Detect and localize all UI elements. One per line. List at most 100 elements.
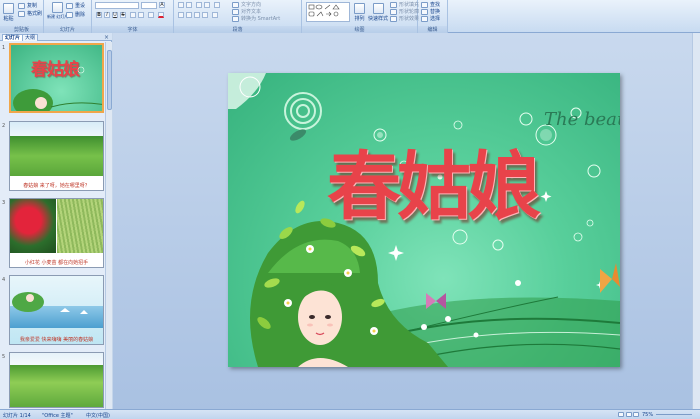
view-buttons[interactable] (618, 412, 640, 419)
field-image (10, 365, 103, 407)
group-label: 段落 (174, 26, 301, 33)
ribbon: 粘贴 复制 格式刷 剪贴板 新建 幻灯片 重设 删除 幻灯片 A B I U S (0, 0, 700, 33)
paste-icon (3, 3, 14, 14)
copy-button[interactable]: 复制 (18, 2, 37, 9)
align-text-button[interactable]: 对齐文本 (232, 8, 261, 15)
slide-number: 2 (2, 123, 6, 129)
language: 中文(中国) (86, 413, 110, 419)
shadow-icon[interactable] (130, 12, 136, 18)
font-color-icon[interactable] (158, 12, 164, 18)
workspace-scrollbar[interactable] (692, 33, 700, 409)
field-image (10, 136, 103, 176)
grow-font-icon[interactable]: A (159, 2, 165, 8)
text-direction-button[interactable]: 文字方向 (232, 1, 261, 8)
normal-view-icon[interactable] (618, 412, 624, 417)
slide-subtitle: The beauty (544, 109, 620, 130)
italic-button[interactable]: I (104, 12, 110, 18)
thumb-caption: 春姑娘 来了呀，她在哪里呀？ (23, 183, 90, 189)
smartart-icon (232, 15, 239, 22)
group-label: 幻灯片 (44, 26, 91, 33)
outline-icon (390, 8, 397, 15)
thumb-caption: 小红花 小麦苗 都在向她招手 (24, 260, 89, 266)
sorter-view-icon[interactable] (625, 412, 632, 417)
smartart-button[interactable]: 转换为 SmartArt (232, 15, 280, 22)
change-case-icon[interactable] (148, 12, 154, 18)
slide-count: 幻灯片 1/14 (3, 413, 31, 419)
sky-area (10, 122, 103, 136)
status-bar: 幻灯片 1/14 "Office 主题" 中文(中国) 75% (0, 409, 700, 419)
panel-scrollbar[interactable] (105, 42, 112, 409)
increase-indent-icon[interactable] (204, 2, 210, 8)
justify-icon[interactable] (202, 12, 208, 18)
font-group: A B I U S 字体 (92, 0, 174, 33)
group-label: 字体 (92, 26, 173, 33)
align-text-icon (232, 8, 239, 15)
delete-slide-button[interactable]: 删除 (66, 11, 85, 18)
replace-button[interactable]: 替换 (421, 8, 440, 15)
quick-styles-button[interactable]: 快速样式 (368, 3, 388, 22)
theme-name: "Office 主题" (42, 413, 73, 419)
slide-number: 4 (2, 277, 6, 283)
flower-image (10, 199, 56, 253)
text-direction-icon (232, 1, 239, 8)
strikethrough-button[interactable]: S (120, 12, 126, 18)
align-right-icon[interactable] (194, 12, 200, 18)
slide-thumbnail[interactable]: 春姑娘 (9, 43, 104, 113)
bullets-icon[interactable] (178, 2, 184, 8)
slides-group: 新建 幻灯片 重设 删除 幻灯片 (44, 0, 92, 33)
slideshow-icon[interactable] (633, 412, 640, 417)
bold-button[interactable]: B (96, 12, 102, 18)
zoom-slider[interactable] (656, 414, 692, 415)
slide-thumbnail[interactable]: 我亲爱爱 快来嗨嗨 美丽的春姑娘 (9, 275, 104, 345)
format-painter-icon (18, 10, 25, 17)
spacing-icon[interactable] (138, 12, 144, 18)
slide-thumbnail[interactable] (9, 352, 104, 408)
align-left-icon[interactable] (178, 12, 184, 18)
font-name-select[interactable] (95, 2, 139, 9)
find-button[interactable]: 查找 (421, 1, 440, 8)
format-painter-button[interactable]: 格式刷 (18, 10, 42, 17)
scrollbar-thumb[interactable] (107, 50, 112, 110)
shape-outline-button[interactable]: 形状轮廓 (390, 8, 419, 15)
group-label: 编辑 (418, 26, 447, 33)
slide-thumbnail[interactable]: 小红花 小麦苗 都在向她招手 (9, 198, 104, 268)
shapes-icon (308, 4, 340, 17)
reset-button[interactable]: 重设 (66, 2, 85, 9)
fill-icon (390, 1, 397, 8)
wheat-image (57, 199, 103, 253)
delete-icon (66, 11, 73, 18)
numbering-icon[interactable] (186, 2, 192, 8)
spring-scene-icon (12, 292, 88, 314)
paragraph-group: 文字方向 对齐文本 转换为 SmartArt 段落 (174, 0, 302, 33)
decrease-indent-icon[interactable] (196, 2, 202, 8)
editing-group: 查找 替换 选择 编辑 (418, 0, 448, 33)
panel-tabs: 幻灯片 大纲 × (0, 33, 112, 41)
girl-illustration-icon (13, 66, 102, 111)
sky-area (10, 353, 103, 365)
paste-button[interactable]: 粘贴 (3, 3, 14, 22)
zoom-level[interactable]: 75% (642, 412, 653, 418)
close-icon[interactable]: × (104, 34, 109, 41)
group-label: 绘图 (302, 26, 417, 33)
font-size-select[interactable] (141, 2, 157, 9)
shape-effects-button[interactable]: 形状效果 (390, 15, 419, 22)
underline-button[interactable]: U (112, 12, 118, 18)
slide-title[interactable]: 春姑娘 (312, 143, 552, 233)
tab-outline[interactable]: 大纲 (22, 34, 39, 41)
tab-slides[interactable]: 幻灯片 (2, 34, 24, 41)
line-spacing-icon[interactable] (214, 2, 220, 8)
arrange-icon (354, 3, 365, 14)
slides-panel: 幻灯片 大纲 × 1 春姑娘 2 春姑娘 来了呀，她在哪里呀？ 3 小红花 小麦… (0, 33, 112, 409)
copy-icon (18, 2, 25, 9)
select-button[interactable]: 选择 (421, 15, 440, 22)
drawing-group: 排列 快速样式 形状填充 形状轮廓 形状效果 绘图 (302, 0, 419, 33)
align-center-icon[interactable] (186, 12, 192, 18)
shape-fill-button[interactable]: 形状填充 (390, 1, 419, 8)
slide-number: 3 (2, 200, 6, 206)
columns-icon[interactable] (212, 12, 218, 18)
shapes-gallery[interactable] (306, 2, 350, 22)
slide-canvas[interactable]: The beauty 春姑娘 (228, 73, 620, 367)
reset-icon (66, 2, 73, 9)
arrange-button[interactable]: 排列 (354, 3, 365, 22)
slide-thumbnail[interactable]: 春姑娘 来了呀，她在哪里呀？ (9, 121, 104, 191)
